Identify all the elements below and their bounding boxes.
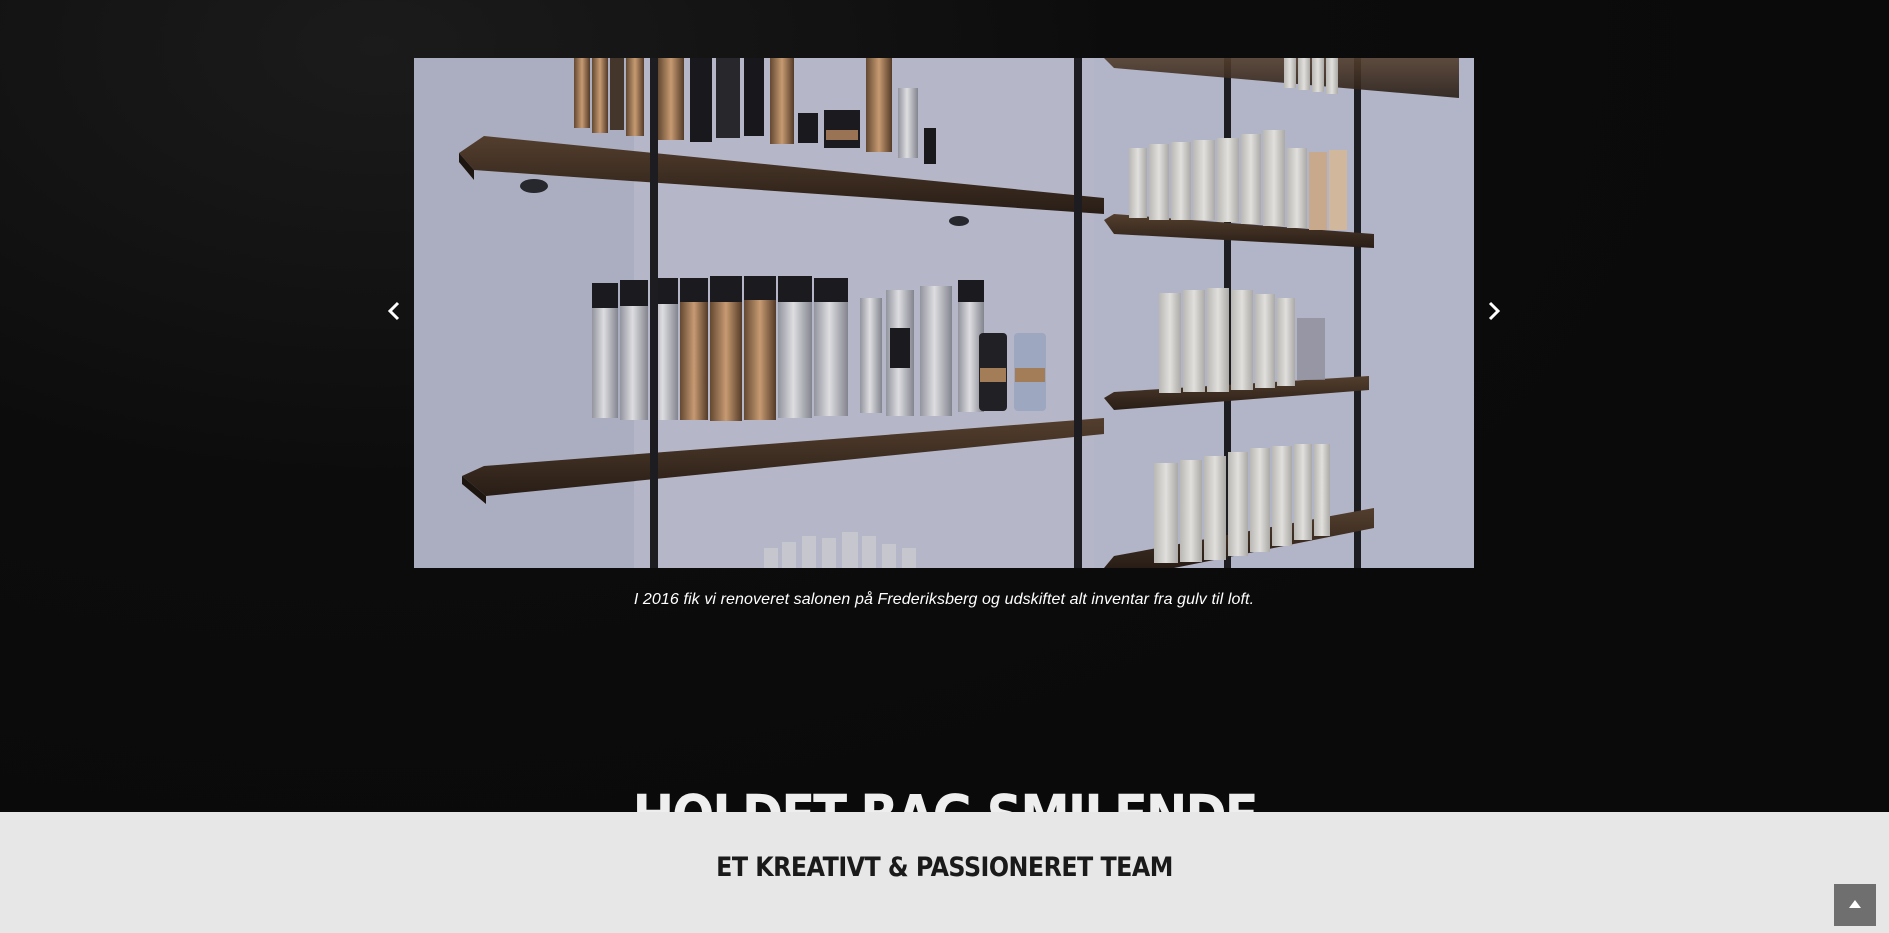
team-section: ET KREATIVT & PASSIONERET TEAM xyxy=(0,812,1889,933)
slide-caption: I 2016 fik vi renoveret salonen på Frede… xyxy=(633,591,1255,608)
image-slider: I 2016 fik vi renoveret salonen på Frede… xyxy=(0,0,1889,845)
caret-up-icon xyxy=(1848,896,1862,914)
chevron-left-icon xyxy=(387,301,401,326)
slider-next-button[interactable] xyxy=(1480,299,1508,327)
scroll-to-top-button[interactable] xyxy=(1834,884,1876,926)
slide-photo-salon-shelves xyxy=(414,58,1474,568)
page: I 2016 fik vi renoveret salonen på Frede… xyxy=(0,0,1889,933)
chevron-right-icon xyxy=(1487,301,1501,326)
slider-prev-button[interactable] xyxy=(380,299,408,327)
team-subheading: ET KREATIVT & PASSIONERET TEAM xyxy=(716,852,1173,884)
